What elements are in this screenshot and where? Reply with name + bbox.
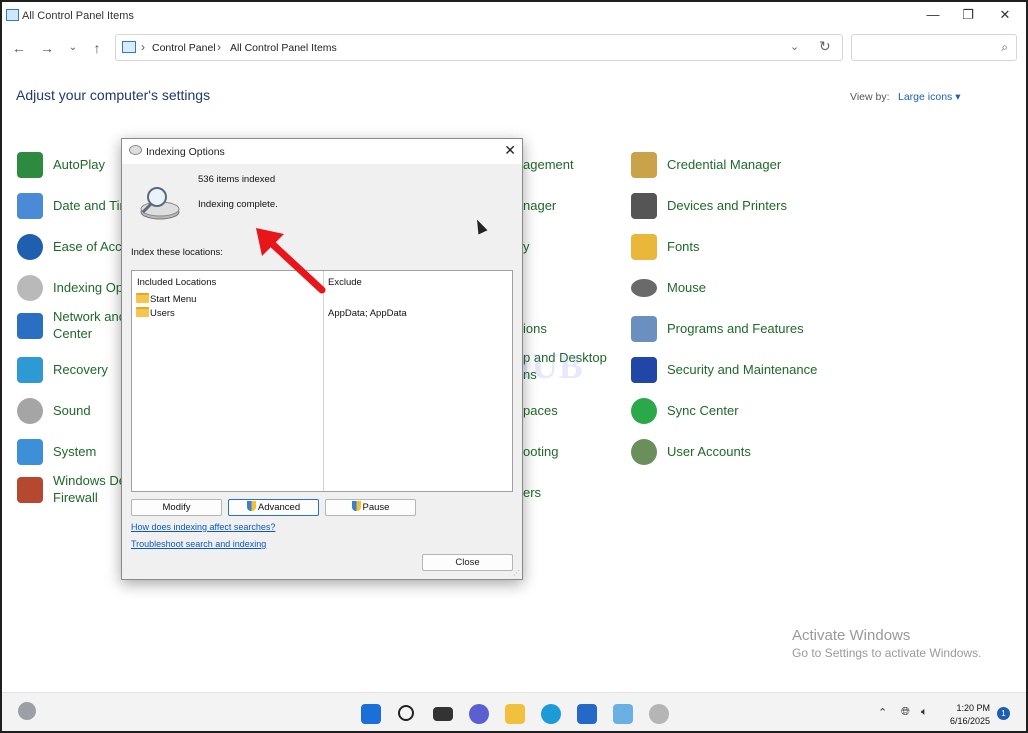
dialog-title-bar: Indexing Options ✕ (122, 139, 522, 164)
close-button[interactable]: ✕ (987, 4, 1023, 26)
recovery-icon (17, 357, 43, 383)
control-panel-icon[interactable] (613, 704, 633, 724)
table-row[interactable]: Users (136, 307, 175, 320)
autoplay-icon (17, 152, 43, 178)
view-by-label: View by: (850, 91, 890, 103)
indexing-options-dialog: Indexing Options ✕ 536 items indexed Ind… (121, 138, 523, 580)
activate-windows-title: Activate Windows (792, 627, 911, 644)
pause-button[interactable]: Pause (325, 499, 416, 516)
network-icon (17, 313, 43, 339)
window-title: All Control Panel Items (22, 10, 134, 22)
chat-icon[interactable] (469, 704, 489, 724)
breadcrumb-control-panel[interactable]: Control Panel (152, 42, 216, 54)
programs-icon (631, 316, 657, 342)
monitor-icon (17, 439, 43, 465)
red-arrow-annotation (256, 228, 326, 294)
task-view-icon[interactable] (433, 707, 453, 721)
volume-icon[interactable]: 🔈︎ (921, 706, 928, 719)
folder-icon (136, 293, 149, 303)
navigation-bar: ← → ⌄ ↑ › Control Panel › All Control Pa… (2, 30, 1026, 66)
indexing-status: Indexing complete. (198, 199, 278, 210)
how-indexing-link[interactable]: How does indexing affect searches? (131, 522, 275, 532)
control-panel-icon (122, 41, 136, 53)
widgets-icon[interactable] (18, 702, 36, 720)
forward-button[interactable]: → (37, 38, 57, 58)
shield-icon (351, 501, 361, 511)
indexing-options-icon[interactable] (649, 704, 669, 724)
modify-button[interactable]: Modify (131, 499, 222, 516)
resize-grip-icon[interactable]: ⋰ (513, 569, 520, 577)
back-button[interactable]: ← (9, 38, 29, 58)
file-explorer-icon[interactable] (505, 704, 525, 724)
start-icon[interactable] (361, 704, 381, 724)
chevron-up-icon[interactable]: ⌃ (878, 706, 887, 719)
control-panel-icon (6, 9, 19, 21)
maximize-button[interactable]: ❐ (950, 4, 986, 26)
breadcrumb-all-items[interactable]: All Control Panel Items (230, 42, 337, 54)
clock[interactable]: 1:20 PM 6/16/2025 (950, 702, 990, 728)
printer-icon (631, 193, 657, 219)
items-indexed-count: 536 items indexed (198, 174, 276, 185)
calendar-clock-icon (17, 193, 43, 219)
indexing-icon (129, 145, 142, 155)
accessibility-icon (17, 234, 43, 260)
exclude-value: AppData; AppData (328, 308, 407, 319)
taskbar: ⌃ 🌐︎ 🔈︎ 1:20 PM 6/16/2025 1 (2, 692, 1026, 731)
network-globe-icon[interactable]: 🌐︎ (901, 706, 910, 719)
fonts-folder-icon (631, 234, 657, 260)
flag-icon (631, 357, 657, 383)
col-included-header: Included Locations (137, 277, 217, 288)
firewall-icon (17, 477, 43, 503)
edge-icon[interactable] (541, 704, 561, 724)
column-divider (323, 271, 324, 491)
view-by-dropdown[interactable]: Large icons ▾ (898, 91, 961, 103)
dialog-close-icon[interactable]: ✕ (504, 142, 516, 159)
sync-icon (631, 398, 657, 424)
table-row[interactable]: Start Menu (136, 293, 196, 306)
minimize-button[interactable]: — (915, 4, 951, 26)
advanced-button[interactable]: Advanced (228, 499, 319, 516)
store-icon[interactable] (577, 704, 597, 724)
shield-icon (246, 501, 256, 511)
credential-vault-icon (631, 152, 657, 178)
recent-dropdown-button[interactable]: ⌄ (63, 38, 83, 58)
notification-badge[interactable]: 1 (997, 707, 1010, 720)
search-input[interactable] (856, 36, 986, 59)
chevron-right-icon: › (141, 40, 145, 54)
search-icon[interactable]: ⌕ (1001, 40, 1008, 55)
indexing-icon (17, 275, 43, 301)
page-title: Adjust your computer's settings (16, 87, 211, 103)
search-box[interactable]: ⌕ (851, 34, 1017, 61)
search-icon[interactable] (398, 705, 414, 721)
chevron-down-icon[interactable]: ⌄ (790, 40, 799, 53)
activate-windows-hint: Go to Settings to activate Windows. (792, 646, 982, 660)
magnifier-drive-icon (140, 187, 180, 220)
locations-label: Index these locations: (131, 247, 223, 258)
chevron-right-icon: › (217, 40, 221, 54)
title-bar: All Control Panel Items — ❐ ✕ (2, 2, 1026, 30)
control-panel-window: All Control Panel Items — ❐ ✕ ← → ⌄ ↑ › … (0, 0, 1028, 733)
dialog-title: Indexing Options (146, 146, 225, 158)
refresh-icon[interactable]: ↻ (819, 38, 831, 55)
up-button[interactable]: ↑ (87, 38, 107, 58)
address-bar[interactable]: › Control Panel › All Control Panel Item… (115, 34, 843, 61)
dialog-close-button[interactable]: Close (422, 554, 513, 571)
folder-icon (136, 307, 149, 317)
mouse-icon (631, 279, 657, 297)
users-icon (631, 439, 657, 465)
speaker-icon (17, 398, 43, 424)
troubleshoot-link[interactable]: Troubleshoot search and indexing (131, 539, 266, 549)
